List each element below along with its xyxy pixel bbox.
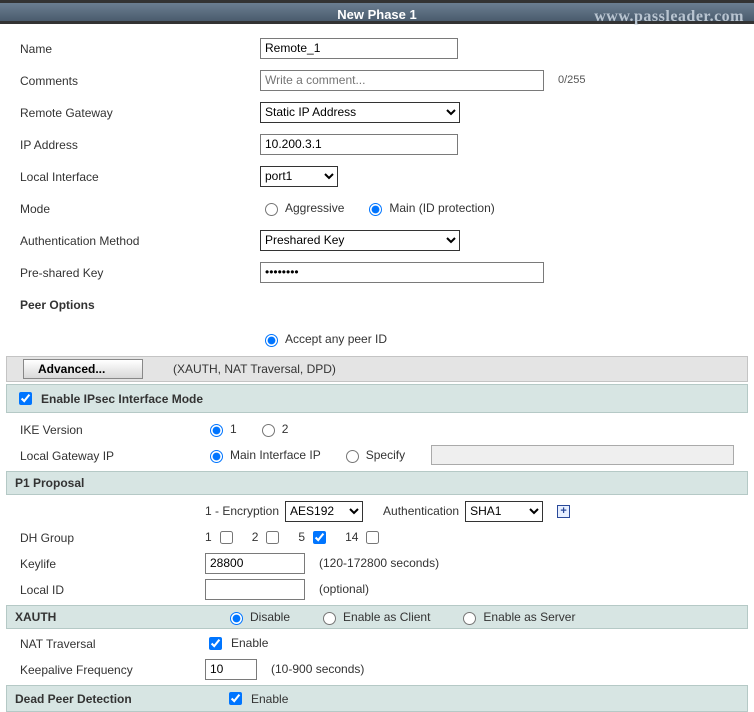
enable-ipsec-if-checkbox[interactable] (19, 392, 32, 405)
local-id-label: Local ID (20, 581, 205, 597)
dpd-label: Dead Peer Detection (15, 692, 205, 706)
xauth-server-radio[interactable] (463, 612, 476, 625)
dh-group-label: DH Group (20, 529, 205, 545)
nat-inner: NAT Traversal Enable Keepalive Frequency… (0, 629, 754, 685)
dh-5-checkbox[interactable] (313, 531, 326, 544)
ipsec-inner: IKE Version 1 2 Local Gateway IP Main In… (0, 415, 754, 471)
add-proposal-icon[interactable]: + (557, 505, 570, 518)
auth-method-select[interactable]: Preshared Key (260, 230, 460, 251)
xauth-disable-radio[interactable] (230, 612, 243, 625)
encryption-select[interactable]: AES192 (285, 501, 363, 522)
mode-label: Mode (20, 200, 260, 216)
title-bar: New Phase 1 www.passleader.com (0, 0, 754, 24)
dh-5-label: 5 (298, 530, 305, 544)
peer-options-label: Peer Options (20, 296, 260, 312)
mode-main-label: Main (ID protection) (389, 201, 494, 215)
dh-1-checkbox[interactable] (220, 531, 233, 544)
ike-version-label: IKE Version (20, 421, 205, 437)
ike-2-label: 2 (282, 422, 289, 436)
keylife-hint: (120-172800 seconds) (319, 556, 439, 570)
remote-gateway-label: Remote Gateway (20, 104, 260, 120)
advanced-bar: Advanced... (XAUTH, NAT Traversal, DPD) (6, 356, 748, 382)
p1-proposal-label: P1 Proposal (15, 476, 84, 490)
authentication-label: Authentication (383, 504, 459, 518)
xauth-server-label: Enable as Server (483, 610, 575, 624)
xauth-bar: XAUTH Disable Enable as Client Enable as… (6, 605, 748, 629)
nat-traversal-label: NAT Traversal (20, 635, 205, 651)
dh-1-label: 1 (205, 530, 212, 544)
ip-address-input[interactable] (260, 134, 458, 155)
nat-traversal-checkbox[interactable] (209, 637, 222, 650)
comments-counter: 0/255 (558, 74, 586, 86)
advanced-button[interactable]: Advanced... (23, 359, 143, 379)
local-interface-label: Local Interface (20, 168, 260, 184)
watermark: www.passleader.com (594, 5, 744, 29)
ike-2-radio[interactable] (262, 424, 275, 437)
keepalive-label: Keepalive Frequency (20, 661, 205, 677)
keylife-label: Keylife (20, 555, 205, 571)
peer-id-row: Accept any peer ID (0, 326, 754, 352)
accept-any-peer-radio[interactable] (265, 334, 278, 347)
enable-ipsec-if-label: Enable IPsec Interface Mode (41, 392, 203, 406)
ipsec-interface-section: Enable IPsec Interface Mode (6, 384, 748, 413)
p1-proposal-section: P1 Proposal (6, 471, 748, 495)
dh-2-checkbox[interactable] (266, 531, 279, 544)
ike-1-radio[interactable] (210, 424, 223, 437)
dpd-enable-label: Enable (251, 692, 288, 706)
xauth-disable-label: Disable (250, 610, 290, 624)
p1-inner: 1 - Encryption AES192 Authentication SHA… (0, 497, 754, 605)
mode-main-radio[interactable] (369, 203, 382, 216)
xauth-client-radio[interactable] (323, 612, 336, 625)
authentication-select[interactable]: SHA1 (465, 501, 543, 522)
nat-traversal-enable-label: Enable (231, 636, 268, 650)
local-id-input[interactable] (205, 579, 305, 600)
comments-label: Comments (20, 72, 260, 88)
auth-method-label: Authentication Method (20, 232, 260, 248)
dpd-enable-checkbox[interactable] (229, 692, 242, 705)
psk-label: Pre-shared Key (20, 264, 260, 280)
dpd-bar: Dead Peer Detection Enable (6, 685, 748, 712)
main-if-ip-label: Main Interface IP (230, 448, 321, 462)
remote-gateway-select[interactable]: Static IP Address (260, 102, 460, 123)
mode-aggressive-label: Aggressive (285, 201, 344, 215)
specify-input[interactable] (431, 445, 734, 465)
accept-any-peer-label: Accept any peer ID (285, 332, 387, 346)
mode-aggressive-radio[interactable] (265, 203, 278, 216)
local-interface-select[interactable]: port1 (260, 166, 338, 187)
keepalive-hint: (10-900 seconds) (271, 662, 364, 676)
ike-1-label: 1 (230, 422, 237, 436)
advanced-desc: (XAUTH, NAT Traversal, DPD) (173, 362, 336, 376)
dh-14-checkbox[interactable] (366, 531, 379, 544)
local-id-hint: (optional) (319, 582, 369, 596)
basic-form: Name Comments 0/255 Remote Gateway Stati… (0, 24, 754, 326)
xauth-label: XAUTH (15, 610, 205, 624)
specify-label: Specify (366, 448, 405, 462)
dh-2-label: 2 (252, 530, 259, 544)
ip-address-label: IP Address (20, 136, 260, 152)
keylife-input[interactable] (205, 553, 305, 574)
dh-14-label: 14 (345, 530, 358, 544)
encryption-prefix: 1 - Encryption (205, 504, 279, 518)
keepalive-input[interactable] (205, 659, 257, 680)
main-if-ip-radio[interactable] (210, 450, 223, 463)
name-input[interactable] (260, 38, 458, 59)
comments-input[interactable] (260, 70, 544, 91)
specify-radio[interactable] (346, 450, 359, 463)
local-gw-ip-label: Local Gateway IP (20, 447, 205, 463)
name-label: Name (20, 40, 260, 56)
title-text: New Phase 1 (337, 7, 417, 22)
psk-input[interactable] (260, 262, 544, 283)
xauth-client-label: Enable as Client (343, 610, 430, 624)
